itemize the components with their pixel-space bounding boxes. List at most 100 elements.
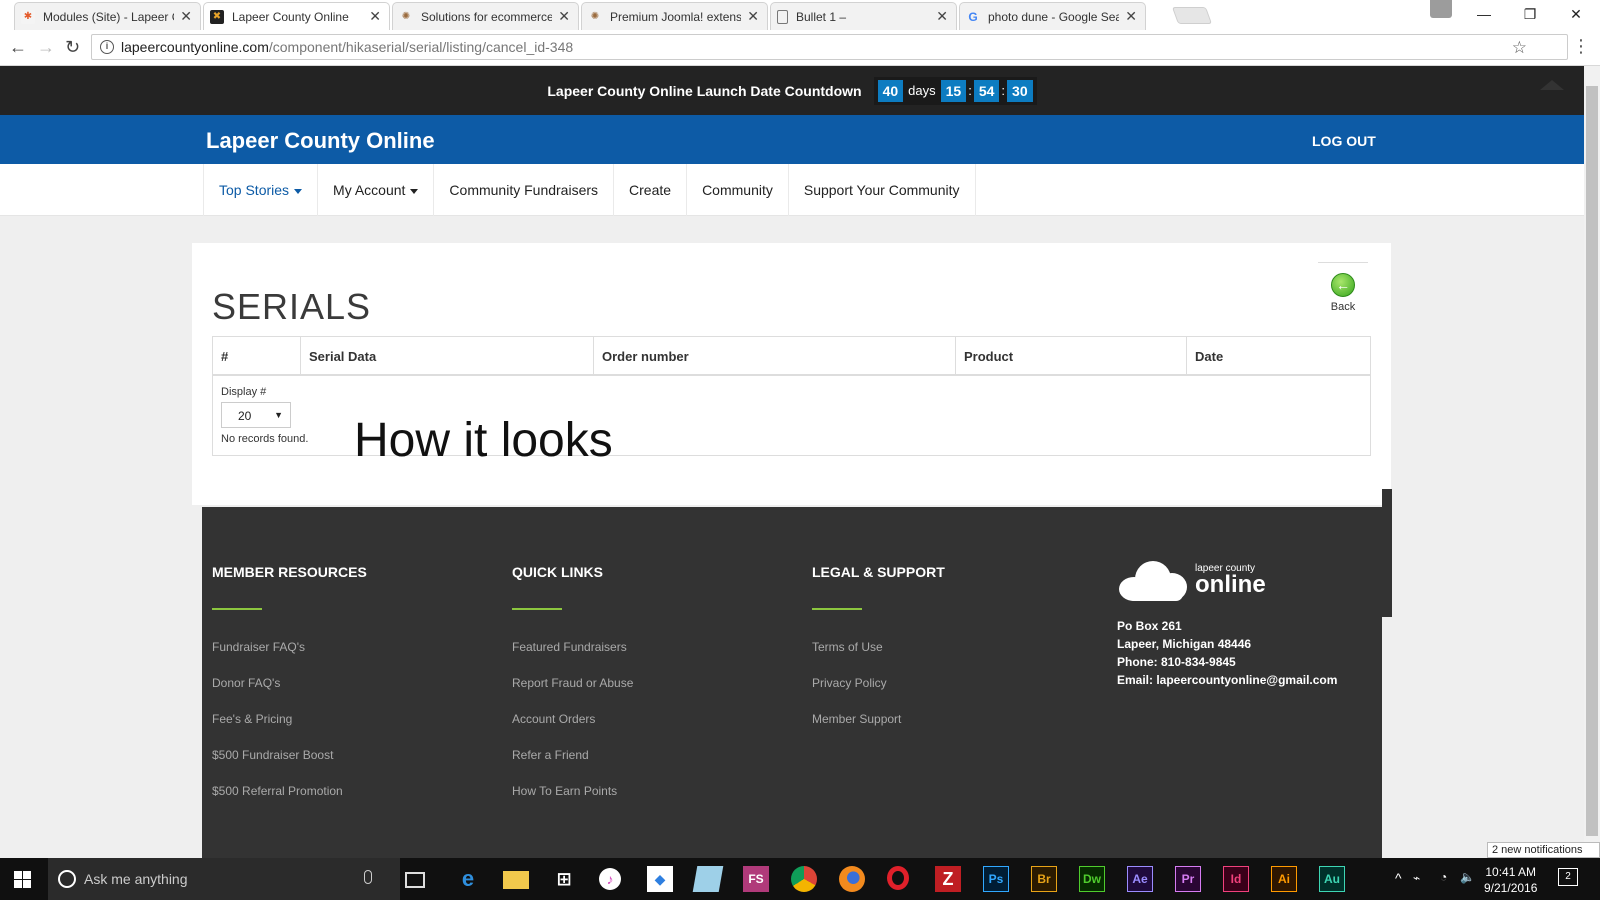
browser-toolbar: ← → ↻ i lapeercountyonline.com /componen… — [0, 30, 1600, 66]
nav-community[interactable]: Community — [687, 164, 789, 216]
file-explorer-icon[interactable] — [503, 871, 529, 889]
column-header[interactable]: Date — [1187, 337, 1370, 374]
footer-edge — [1382, 489, 1392, 617]
close-tab-icon[interactable]: ✕ — [1125, 8, 1137, 25]
nav-community-fundraisers[interactable]: Community Fundraisers — [434, 164, 615, 216]
notepad-icon[interactable] — [692, 866, 724, 892]
site-icon: ✖ — [210, 9, 224, 24]
footer-link[interactable]: Featured Fundraisers — [512, 640, 633, 676]
logo-wordmark: lapeer county online — [1195, 563, 1266, 597]
footer-link[interactable]: Terms of Use — [812, 640, 945, 676]
system-clock[interactable]: 10:41 AM 9/21/2016 — [1484, 864, 1537, 896]
page-scrollbar[interactable] — [1584, 66, 1600, 858]
scrollbar-thumb[interactable] — [1586, 86, 1598, 836]
firefox-icon[interactable] — [839, 866, 865, 892]
footer-link[interactable]: Member Support — [812, 712, 945, 748]
close-tab-icon[interactable]: ✕ — [180, 8, 192, 25]
close-tab-icon[interactable]: ✕ — [369, 8, 381, 25]
minimize-icon[interactable]: — — [1461, 0, 1507, 28]
address-bar[interactable]: i lapeercountyonline.com /component/hika… — [91, 34, 1568, 60]
page-viewport: Lapeer County Online Launch Date Countdo… — [0, 66, 1584, 858]
reload-icon[interactable]: ↻ — [65, 37, 80, 58]
nav-my-account[interactable]: My Account — [318, 164, 435, 216]
close-tab-icon[interactable]: ✕ — [747, 8, 759, 25]
footer-link[interactable]: $500 Referral Promotion — [212, 784, 367, 820]
new-tab-button[interactable] — [1171, 7, 1213, 24]
after-effects-icon[interactable]: Ae — [1127, 866, 1153, 892]
footer-link[interactable]: How To Earn Points — [512, 784, 633, 820]
close-tab-icon[interactable]: ✕ — [558, 8, 570, 25]
main-navigation: Top Stories My Account Community Fundrai… — [0, 164, 1584, 216]
fs-icon[interactable]: FS — [743, 866, 769, 892]
cortana-search[interactable]: Ask me anything — [48, 858, 400, 900]
collapse-up-icon[interactable] — [1540, 80, 1564, 90]
dropbox-icon[interactable]: ◆ — [647, 866, 673, 892]
caret-down-icon — [410, 188, 419, 194]
footer-link[interactable]: Fundraiser FAQ's — [212, 640, 367, 676]
store-icon[interactable]: ⊞ — [551, 866, 577, 892]
site-header: Lapeer County Online LOG OUT — [0, 115, 1584, 164]
browser-tab[interactable]: ✱ Modules (Site) - Lapeer C ✕ — [14, 2, 201, 30]
back-arrow-icon[interactable]: ← — [9, 37, 27, 58]
browser-tab[interactable]: ✺ Solutions for ecommerce ✕ — [392, 2, 579, 30]
microphone-icon[interactable] — [364, 870, 372, 884]
nav-item-label: Community Fundraisers — [449, 182, 599, 198]
info-icon[interactable]: i — [100, 40, 114, 54]
annotation-text: How it looks — [354, 414, 613, 467]
browser-tab[interactable]: ✺ Premium Joomla! extensi ✕ — [581, 2, 768, 30]
footer-link[interactable]: Refer a Friend — [512, 748, 633, 784]
back-button[interactable]: ← Back — [1318, 262, 1368, 318]
dreamweaver-icon[interactable]: Dw — [1079, 866, 1105, 892]
windows-taskbar: Ask me anything e ⊞ ♪ ◆ FS Z Ps Br Dw Ae… — [0, 858, 1600, 900]
task-view-icon[interactable] — [405, 872, 425, 888]
premiere-icon[interactable]: Pr — [1175, 866, 1201, 892]
restore-icon[interactable]: ❐ — [1507, 0, 1553, 28]
bookmark-star-icon[interactable]: ☆ — [1512, 38, 1527, 58]
cloud-logo-icon — [1117, 557, 1191, 601]
opera-icon[interactable] — [887, 866, 909, 890]
footer-link[interactable]: $500 Fundraiser Boost — [212, 748, 367, 784]
footer-logo[interactable]: lapeer county online — [1117, 557, 1266, 601]
footer-link[interactable]: Account Orders — [512, 712, 633, 748]
windows-start-icon[interactable] — [14, 871, 31, 888]
photoshop-icon[interactable]: Ps — [983, 866, 1009, 892]
nav-create[interactable]: Create — [614, 164, 688, 216]
footer-link[interactable]: Report Fraud or Abuse — [512, 676, 633, 712]
browser-tab[interactable]: Bullet 1 – ✕ — [770, 2, 957, 30]
column-header[interactable]: # — [213, 337, 301, 374]
action-center-icon[interactable]: 2 — [1558, 868, 1578, 886]
notification-toast[interactable]: 2 new notifications — [1487, 842, 1600, 858]
itunes-icon[interactable]: ♪ — [599, 868, 621, 890]
network-status-icon[interactable]: ⌁ — [1413, 871, 1420, 885]
browser-tab-active[interactable]: ✖ Lapeer County Online ✕ — [203, 2, 390, 30]
browser-menu-icon[interactable]: ⋮ — [1572, 36, 1590, 57]
column-header[interactable]: Product — [956, 337, 1187, 374]
display-count-select[interactable]: 20 ▼ — [221, 402, 291, 428]
forward-arrow-icon[interactable]: → — [37, 37, 55, 58]
chrome-icon[interactable] — [791, 866, 817, 892]
illustrator-icon[interactable]: Ai — [1271, 866, 1297, 892]
close-tab-icon[interactable]: ✕ — [936, 8, 948, 25]
volume-icon[interactable]: 🔈 — [1460, 870, 1475, 884]
close-window-icon[interactable]: ✕ — [1553, 0, 1599, 28]
countdown-minutes: 54 — [973, 79, 1000, 102]
nav-top-stories[interactable]: Top Stories — [203, 164, 319, 216]
logout-link[interactable]: LOG OUT — [1312, 133, 1376, 149]
footer-link[interactable]: Donor FAQ's — [212, 676, 367, 712]
filezilla-icon[interactable]: Z — [935, 866, 961, 892]
footer-link[interactable]: Privacy Policy — [812, 676, 945, 712]
email-text[interactable]: Email: lapeercountyonline@gmail.com — [1117, 671, 1337, 689]
site-title[interactable]: Lapeer County Online — [206, 128, 435, 154]
column-header[interactable]: Serial Data — [301, 337, 594, 374]
profile-icon[interactable] — [1430, 0, 1452, 18]
wifi-icon[interactable]: ◔ — [1440, 870, 1447, 884]
browser-tab[interactable]: G photo dune - Google Sea ✕ — [959, 2, 1146, 30]
show-hidden-icons[interactable]: ^ — [1395, 870, 1402, 886]
column-header[interactable]: Order number — [594, 337, 956, 374]
nav-support-your-community[interactable]: Support Your Community — [789, 164, 976, 216]
indesign-icon[interactable]: Id — [1223, 866, 1249, 892]
bridge-icon[interactable]: Br — [1031, 866, 1057, 892]
footer-link[interactable]: Fee's & Pricing — [212, 712, 367, 748]
edge-icon[interactable]: e — [455, 866, 481, 892]
audition-icon[interactable]: Au — [1319, 866, 1345, 892]
